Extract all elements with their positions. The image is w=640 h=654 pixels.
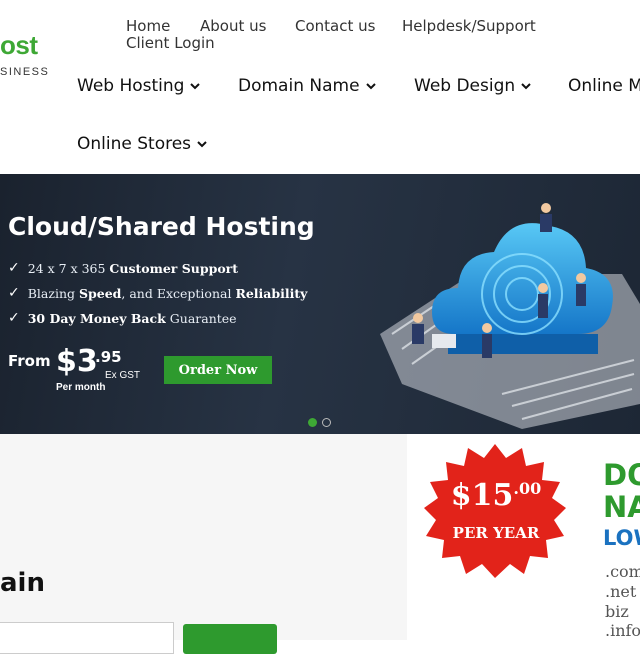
feature-support: ✓ 24 x 7 x 365 Customer Support xyxy=(8,260,238,276)
top-link-client-login[interactable]: Client Login xyxy=(126,34,215,52)
slide-dot-1[interactable] xyxy=(308,418,317,427)
tld-item: .net a xyxy=(605,582,640,601)
badge-price-cents: .00 xyxy=(513,479,542,498)
slide-dot-2[interactable] xyxy=(322,418,331,427)
domain-search-input[interactable] xyxy=(0,622,174,654)
top-link-contact[interactable]: Contact us xyxy=(295,17,375,35)
price-from-label: From xyxy=(8,352,51,370)
price-amount: $3 xyxy=(56,344,98,379)
promo-line-3: LOW xyxy=(603,526,640,550)
badge-price: $15.00 xyxy=(446,478,546,513)
price-gst-note: Ex GST xyxy=(105,370,141,381)
chevron-down-icon xyxy=(521,83,531,90)
feature-bold: Customer Support xyxy=(109,260,239,276)
promo-line-1: DO xyxy=(603,458,640,492)
top-link-helpdesk[interactable]: Helpdesk/Support xyxy=(402,17,536,35)
nav-label: Domain Name xyxy=(238,76,360,96)
order-now-button[interactable]: Order Now xyxy=(164,356,272,384)
feature-text: Guarantee xyxy=(165,310,237,326)
nav-label: Online Stores xyxy=(77,134,192,154)
checkmark-icon: ✓ xyxy=(8,260,20,276)
feature-bold: 30 Day Money Back xyxy=(27,310,166,326)
nav-web-design[interactable]: Web Design xyxy=(414,76,531,96)
nav-label: Web Design xyxy=(414,76,516,96)
nav-web-hosting[interactable]: Web Hosting xyxy=(77,76,201,96)
chevron-down-icon xyxy=(365,83,376,90)
feature-guarantee: ✓ 30 Day Money Back Guarantee xyxy=(8,310,237,326)
checkmark-icon: ✓ xyxy=(8,285,20,301)
hero-banner: Cloud/Shared Hosting ✓ 24 x 7 x 365 Cust… xyxy=(0,174,640,434)
badge-period: PER YEAR xyxy=(452,524,540,542)
feature-bold: Reliability xyxy=(235,285,308,301)
tld-item: .info xyxy=(605,621,640,640)
nav-domain-name[interactable]: Domain Name xyxy=(238,76,376,96)
tld-item: .com xyxy=(605,562,640,581)
logo-tagline: SINESS xyxy=(0,66,50,78)
price-cents: .95 xyxy=(95,348,122,366)
tld-item: biz xyxy=(605,602,629,621)
top-link-home[interactable]: Home xyxy=(126,17,170,35)
price-period: Per month xyxy=(56,382,106,393)
domain-search-heading: ain xyxy=(0,568,45,598)
feature-text: 24 x 7 x 365 xyxy=(27,260,110,276)
nav-online-marketing[interactable]: Online M xyxy=(568,76,640,96)
chevron-down-icon xyxy=(197,141,207,148)
domain-search-button[interactable] xyxy=(183,624,277,654)
feature-text: Blazing xyxy=(27,285,79,301)
checkmark-icon: ✓ xyxy=(8,310,20,326)
chevron-down-icon xyxy=(190,83,201,90)
top-link-about[interactable]: About us xyxy=(200,17,266,35)
cloud-server-illustration xyxy=(380,203,640,429)
banner-title: Cloud/Shared Hosting xyxy=(8,212,315,241)
badge-price-main: $15 xyxy=(450,478,514,513)
feature-text: , and Exceptional xyxy=(121,285,236,301)
nav-online-stores[interactable]: Online Stores xyxy=(77,134,207,154)
feature-speed: ✓ Blazing Speed, and Exceptional Reliabi… xyxy=(8,285,307,301)
nav-label: Web Hosting xyxy=(77,76,185,96)
logo[interactable]: ost xyxy=(0,30,38,61)
feature-bold: Speed xyxy=(78,285,122,301)
promo-line-2: NA xyxy=(603,490,640,524)
nav-label: Online M xyxy=(568,76,640,96)
